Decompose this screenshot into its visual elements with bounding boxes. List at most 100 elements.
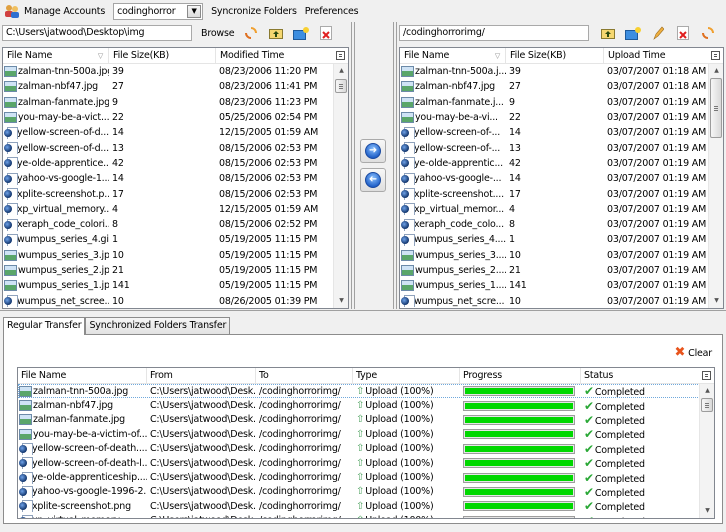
file-row[interactable]: yellow-screen-of-... 14 03/07/2007 01:19 A… [400, 125, 723, 140]
file-row[interactable]: you-may-be-a-vi... 22 03/07/2007 01:19 AM [400, 110, 723, 125]
transfer-row[interactable]: xplite-screenshot.png C:\Users\jatwood\De… [18, 499, 714, 513]
transfer-row[interactable]: yellow-screen-of-death-l... C:\Users\jatw… [18, 456, 714, 470]
col-file-name[interactable]: File Name ▽ [400, 48, 506, 64]
status-label: Completed [594, 473, 645, 485]
delete-icon[interactable] [318, 25, 334, 41]
transfer-row[interactable]: zalman-nbf47.jpg C:\Users\jatwood\Desk...… [18, 398, 714, 413]
file-row[interactable]: wumpus_net_scree... 10 08/26/2005 01:39 PM [3, 293, 348, 308]
file-row[interactable]: xplite-screenshot.p... 17 08/15/2006 02:53… [3, 186, 348, 201]
file-row[interactable]: yellow-screen-of-d... 14 12/15/2005 01:59 … [3, 125, 348, 140]
file-row[interactable]: zalman-nbf47.jpg 27 03/07/2007 01:18 AM [400, 79, 723, 94]
scroll-up-icon[interactable]: ▲ [334, 64, 348, 78]
scroll-thumb[interactable] [335, 79, 347, 93]
scroll-down-icon[interactable]: ▼ [700, 504, 714, 518]
scroll-down-icon[interactable]: ▼ [334, 294, 348, 308]
file-row[interactable]: wumpus_series_3.jpg 10 05/19/2005 11:15 PM [3, 248, 348, 263]
download-button[interactable]: ➜ [360, 168, 386, 192]
transfer-row[interactable]: yellow-screen-of-death.... C:\Users\jatwo… [18, 442, 714, 456]
col-from[interactable]: From [147, 368, 256, 384]
local-scrollbar[interactable]: ▲ ▼ [333, 64, 348, 308]
tab-synchronized-folders-transfer[interactable]: Synchronized Folders Transfer [85, 317, 231, 334]
file-row[interactable]: zalman-tnn-500a.jpg 39 08/23/2006 11:20 PM [3, 64, 348, 79]
file-row[interactable]: yahoo-vs-google-... 14 03/07/2007 01:19 AM [400, 171, 723, 186]
file-row[interactable]: wumpus_series_2.... 21 03/07/2007 01:19 AM [400, 263, 723, 278]
col-file-name[interactable]: File Name ▽ [3, 48, 109, 64]
file-row[interactable]: wumpus_series_4.gif 1 05/19/2005 11:15 PM [3, 232, 348, 247]
file-row[interactable]: zalman-fanmate.jpg 9 08/23/2006 11:23 PM [3, 95, 348, 110]
file-row[interactable]: xeraph_code_colo... 8 03/07/2007 01:19 AM [400, 217, 723, 232]
file-row[interactable]: ye-olde-apprentice... 42 08/15/2006 02:53 … [3, 156, 348, 171]
scroll-up-icon[interactable]: ▲ [700, 384, 714, 398]
file-row[interactable]: xeraph_code_colori... 8 08/15/2006 02:52 P… [3, 217, 348, 232]
rename-icon[interactable] [650, 25, 666, 41]
col-file-name[interactable]: File Name [18, 368, 147, 384]
tab-regular-transfer[interactable]: Regular Transfer [3, 317, 86, 335]
scroll-up-icon[interactable]: ▲ [709, 64, 723, 78]
col-to[interactable]: To [256, 368, 353, 384]
clear-button[interactable]: ✖ Clear [674, 346, 712, 359]
file-row[interactable]: wumpus_series_2.jpg 21 05/19/2005 11:15 PM [3, 263, 348, 278]
transfer-row[interactable]: zalman-tnn-500a.jpg C:\Users\jatwood\Desk… [18, 384, 714, 399]
col-file-size[interactable]: File Size(KB) [506, 48, 604, 64]
left-splitter[interactable] [351, 22, 355, 309]
file-row[interactable]: you-may-be-a-vict... 22 05/25/2006 02:54 P… [3, 110, 348, 125]
column-chooser-icon[interactable] [336, 51, 345, 60]
transfer-row[interactable]: ye-olde-apprenticeship.... C:\Users\jatwo… [18, 470, 714, 485]
folder-up-icon[interactable] [600, 25, 616, 41]
upload-button[interactable]: ➜ [360, 139, 386, 163]
remote-path-input[interactable]: /codinghorrorimg/ [399, 25, 589, 41]
file-row[interactable]: zalman-tnn-500a.j... 39 03/07/2007 01:18 A… [400, 64, 723, 79]
file-row[interactable]: yellow-screen-of-... 13 03/07/2007 01:19 A… [400, 140, 723, 155]
folder-up-icon[interactable] [268, 25, 284, 41]
column-chooser-icon[interactable] [702, 371, 711, 380]
account-select[interactable]: codinghorror ▼ [113, 2, 204, 20]
file-row[interactable]: wumpus_series_1.jpg 141 05/19/2005 11:15 P… [3, 278, 348, 293]
transfer-type: ⇧Upload (100%) [353, 515, 460, 518]
right-splitter[interactable] [393, 22, 397, 309]
file-row[interactable]: wumpus_series_1.... 141 03/07/2007 01:19 A… [400, 278, 723, 293]
horizontal-splitter[interactable] [0, 310, 726, 314]
remote-scrollbar[interactable]: ▲ ▼ [708, 64, 723, 308]
new-folder-icon[interactable] [625, 25, 641, 41]
transfer-row[interactable]: you-may-be-a-victim-of... C:\Users\jatwoo… [18, 427, 714, 441]
transfer-row[interactable]: zalman-fanmate.jpg C:\Users\jatwood\Desk.… [18, 413, 714, 427]
file-row[interactable]: xplite-screenshot.... 17 03/07/2007 01:19 … [400, 186, 723, 201]
browse-button[interactable]: Browse [201, 28, 235, 39]
col-modified-time[interactable]: Modified Time [216, 48, 334, 64]
file-row[interactable]: wumpus_series_4.... 1 03/07/2007 01:19 AM [400, 232, 723, 247]
file-row[interactable]: yahoo-vs-google-1... 14 08/15/2006 02:53 P… [3, 171, 348, 186]
file-row[interactable]: ye-olde-apprentic... 42 03/07/2007 01:19 A… [400, 156, 723, 171]
col-upload-time[interactable]: Upload Time [604, 48, 709, 64]
file-row[interactable]: wumpus_series_3.... 10 03/07/2007 01:19 AM [400, 248, 723, 263]
file-row[interactable]: wumpus_net_scre... 10 03/07/2007 01:19 AM [400, 293, 723, 308]
file-row[interactable]: zalman-fanmate.j... 9 03/07/2007 01:19 AM [400, 95, 723, 110]
sync-folders-menu[interactable]: Syncronize Folders [211, 6, 297, 17]
transfer-status: ✔Completed [581, 384, 691, 398]
manage-accounts-button[interactable]: Manage Accounts [24, 6, 105, 17]
chevron-down-icon[interactable]: ▼ [187, 4, 202, 18]
preferences-menu[interactable]: Preferences [305, 6, 359, 17]
scroll-thumb[interactable] [710, 78, 722, 138]
column-chooser-icon[interactable] [711, 51, 720, 60]
transfer-row[interactable]: yahoo-vs-google-1996-2... C:\Users\jatwoo… [18, 485, 714, 499]
col-type[interactable]: Type [353, 368, 460, 384]
col-status[interactable]: Status [581, 368, 691, 384]
file-name-cell: zalman-fanmate.jpg [3, 96, 109, 108]
local-path-input[interactable]: C:\Users\jatwood\Desktop\img [2, 25, 192, 41]
refresh-icon[interactable] [243, 25, 259, 41]
transfer-type-label: Upload (100%) [365, 428, 434, 440]
refresh-icon[interactable] [700, 25, 716, 41]
file-name-cell: wumpus_series_1.... [400, 280, 506, 292]
scroll-down-icon[interactable]: ▼ [709, 294, 723, 308]
col-file-size[interactable]: File Size(KB) [109, 48, 216, 64]
file-row[interactable]: xp_virtual_memory... 4 12/15/2005 01:59 AM [3, 202, 348, 217]
file-row[interactable]: zalman-nbf47.jpg 27 08/23/2006 11:41 PM [3, 79, 348, 94]
file-row[interactable]: xp_virtual_memor... 4 03/07/2007 01:19 AM [400, 202, 723, 217]
col-progress[interactable]: Progress [460, 368, 581, 384]
delete-icon[interactable] [675, 25, 691, 41]
transfer-row[interactable]: xp_virtual_memory... C:\Users\jatwood\Des… [18, 514, 714, 518]
new-folder-icon[interactable] [293, 25, 310, 41]
transfer-scrollbar[interactable]: ▲ ▼ [699, 384, 714, 518]
scroll-thumb[interactable] [701, 398, 713, 412]
file-row[interactable]: yellow-screen-of-d... 13 08/15/2006 02:53 … [3, 140, 348, 155]
